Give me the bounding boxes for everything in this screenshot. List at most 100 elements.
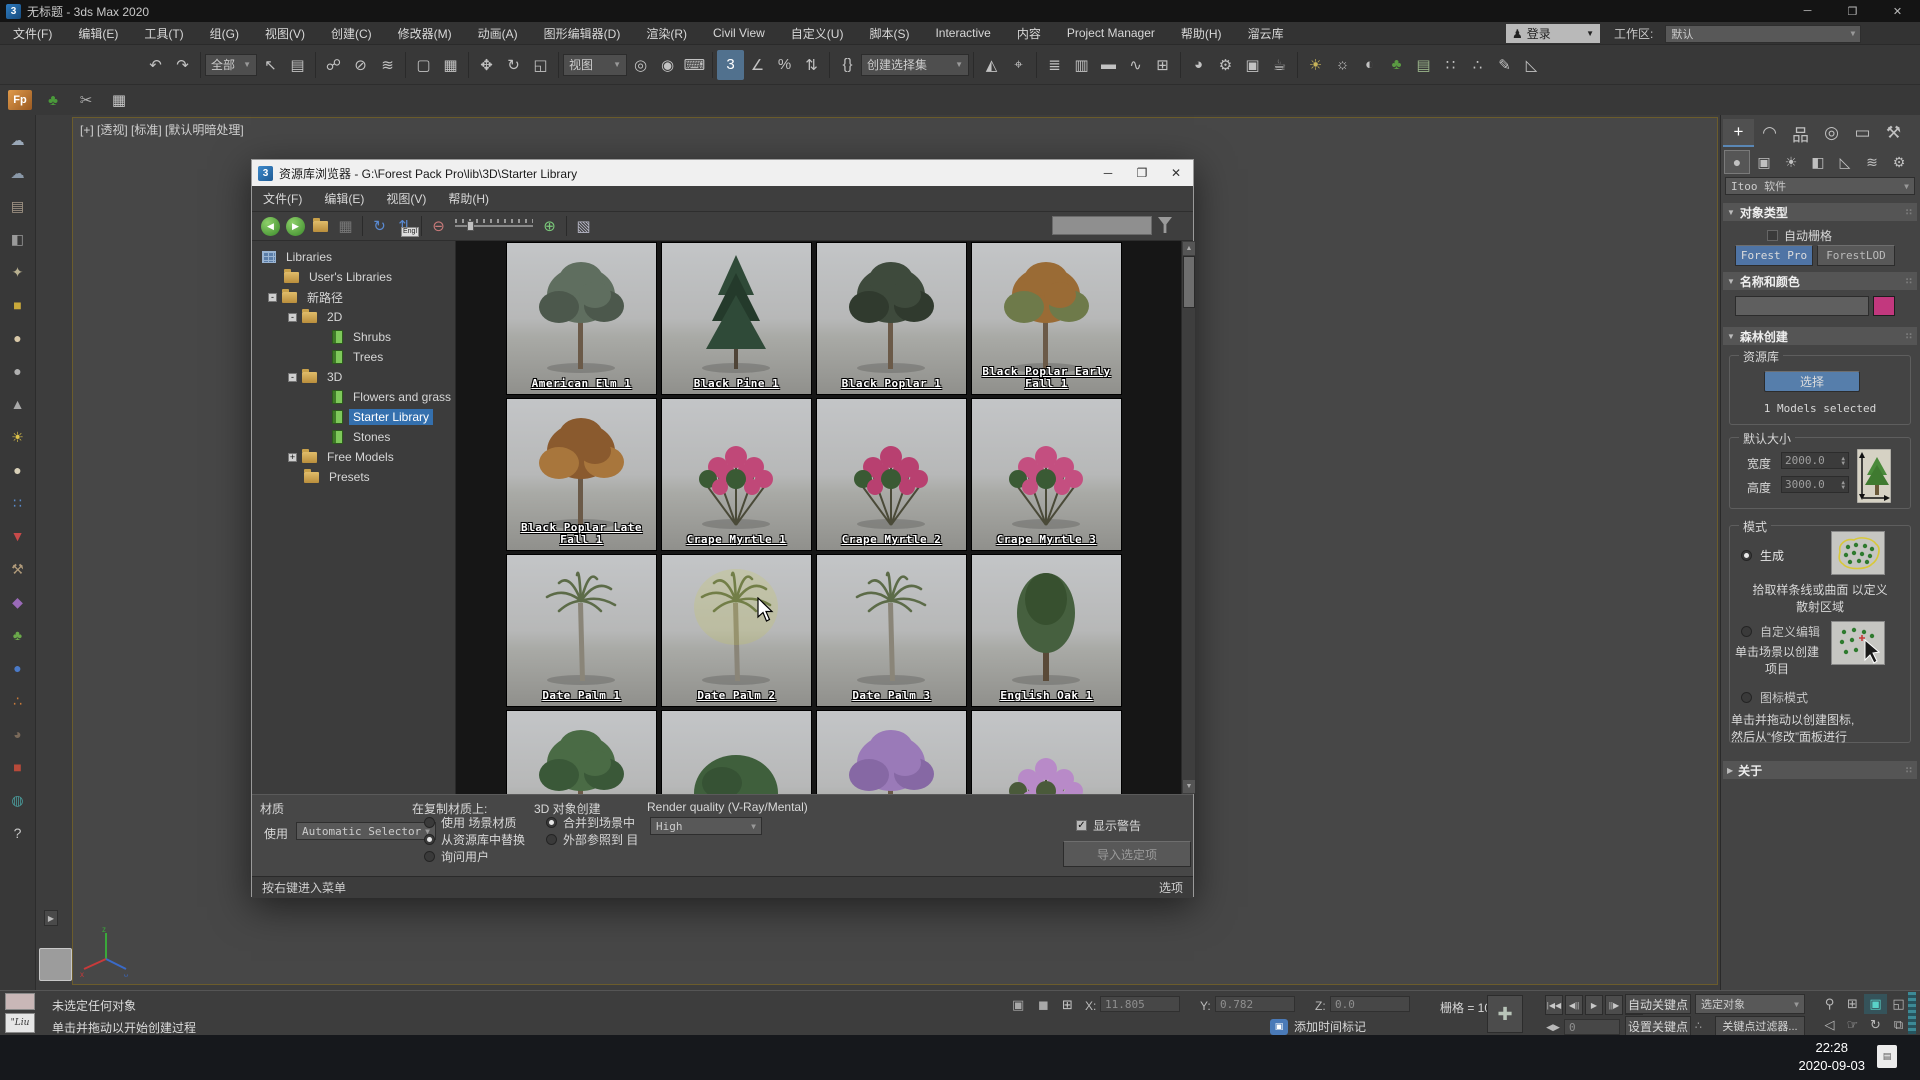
time-tag[interactable]: ▣ 添加时间标记 — [1270, 1018, 1366, 1035]
plugin-floating-button[interactable] — [39, 948, 72, 981]
library-tree-item[interactable]: Shrubs — [252, 327, 455, 347]
menu-item[interactable]: 脚本(S) — [856, 22, 922, 44]
maximize-button[interactable]: ❐ — [1830, 0, 1875, 22]
environment-icon[interactable]: ◐ — [1356, 50, 1383, 80]
menu-item[interactable]: 文件(F) — [0, 22, 65, 44]
forest-tree-icon[interactable]: ♣ — [41, 88, 65, 112]
key-filters-button[interactable]: 关键点过滤器... — [1715, 1016, 1805, 1036]
view-mode-icon[interactable]: ▧ — [571, 214, 596, 238]
curve-editor-icon[interactable]: ∿ — [1122, 50, 1149, 80]
named-selection-set-field[interactable]: 创建选择集▼ — [861, 54, 969, 76]
cloud-upload-icon[interactable]: ☁ — [7, 129, 29, 151]
light-library-icon[interactable]: ✦ — [7, 261, 29, 283]
field-of-view-icon[interactable]: ◁ — [1818, 1015, 1841, 1035]
asset-thumbnail[interactable] — [817, 711, 966, 794]
library-tree-item[interactable]: User's Libraries — [252, 267, 455, 287]
forest-lod-button[interactable]: ForestLOD — [1817, 245, 1895, 266]
dark-sphere-icon[interactable]: ◕ — [7, 723, 29, 745]
render-setup-icon[interactable]: ⚙ — [1212, 50, 1239, 80]
scroll-down-icon[interactable]: ▼ — [1183, 780, 1195, 793]
leaf-icon[interactable]: ♣ — [7, 624, 29, 646]
display-tab[interactable]: ▭ — [1847, 119, 1878, 147]
render-production-icon[interactable]: ☕ — [1266, 50, 1293, 80]
selection-filter-dropdown[interactable]: 全部▼ — [205, 54, 257, 76]
library-tree-item[interactable]: Stones — [252, 427, 455, 447]
sunlight-icon[interactable]: ☼ — [1329, 50, 1356, 80]
measure-tool-icon[interactable]: ◺ — [1518, 50, 1545, 80]
scroll-up-icon[interactable]: ▲ — [1183, 242, 1195, 255]
cameras-category-icon[interactable]: ◧ — [1806, 151, 1830, 173]
unlink-selection-icon[interactable]: ⊘ — [347, 50, 374, 80]
menu-item[interactable]: 组(G) — [197, 22, 252, 44]
asset-thumbnail[interactable]: American Elm 1 — [507, 243, 656, 394]
forest-tree-icon[interactable]: ♣ — [1383, 50, 1410, 80]
select-and-manipulate-icon[interactable]: ◉ — [654, 50, 681, 80]
edit-named-selections-icon[interactable]: {} — [834, 50, 861, 80]
menu-item[interactable]: 内容 — [1004, 22, 1054, 44]
menu-item[interactable]: 图形编辑器(D) — [531, 22, 634, 44]
import-selected-button[interactable]: 导入选定项 — [1063, 841, 1191, 867]
dialog-options-link[interactable]: 选项 — [1159, 879, 1183, 896]
undo-icon[interactable]: ↶ — [142, 50, 169, 80]
helpers-category-icon[interactable]: ◺ — [1833, 151, 1857, 173]
library-tree-item[interactable]: Trees — [252, 347, 455, 367]
create-tab[interactable]: + — [1723, 119, 1754, 147]
asset-thumbnail[interactable]: Black Poplar 1 — [817, 243, 966, 394]
motion-tab[interactable]: ◎ — [1816, 119, 1847, 147]
scene-explorer-icon[interactable]: ▥ — [1068, 50, 1095, 80]
maximize-viewport-icon[interactable]: ⧉ — [1887, 1015, 1910, 1035]
filter-funnel-icon[interactable] — [1158, 217, 1172, 233]
keyboard-override-icon[interactable]: ⌨ — [681, 50, 708, 80]
x-coordinate-field[interactable]: 11.805 — [1100, 996, 1180, 1012]
forest-library-icon[interactable]: ▤ — [1410, 50, 1437, 80]
dialog-title-bar[interactable]: 3 资源库浏览器 - G:\Forest Pack Pro\lib\3D\Sta… — [252, 160, 1193, 186]
zoom-all-icon[interactable]: ⊞ — [1841, 994, 1864, 1014]
sign-in-button[interactable]: ♟ 登录 ▼ — [1506, 24, 1600, 43]
dialog-menu-item[interactable]: 帮助(H) — [437, 190, 500, 207]
material-library-icon[interactable]: ◧ — [7, 228, 29, 250]
asset-thumbnail[interactable]: Crape Myrtle 3 — [972, 399, 1121, 550]
asset-thumbnail[interactable]: Black Pine 1 — [662, 243, 811, 394]
library-tree-item[interactable]: Presets — [252, 467, 455, 487]
custom-edit-mode-radio[interactable]: 自定义编辑 — [1741, 623, 1820, 640]
dialog-menu-item[interactable]: 视图(V) — [375, 190, 437, 207]
transform-type-in-icon[interactable]: ⊞ — [1062, 997, 1073, 1013]
menu-item[interactable]: Civil View — [700, 22, 778, 44]
mirror-icon[interactable]: ◭ — [978, 50, 1005, 80]
go-to-start-button[interactable]: |◀◀ — [1545, 995, 1563, 1015]
tree-expander-icon[interactable]: - — [288, 313, 297, 322]
height-spinner[interactable]: 3000.0▲▼ — [1781, 476, 1849, 493]
workspace-dropdown[interactable]: 默认▼ — [1665, 25, 1861, 43]
icon-mode-radio[interactable]: 图标模式 — [1741, 689, 1808, 706]
schematic-view-icon[interactable]: ⊞ — [1149, 50, 1176, 80]
hierarchy-tab[interactable]: 品 — [1785, 119, 1816, 147]
width-spinner[interactable]: 2000.0▲▼ — [1781, 452, 1849, 469]
toolbar-expand-arrow[interactable]: ▶ — [44, 910, 58, 926]
minimize-button[interactable]: ─ — [1785, 0, 1830, 22]
next-frame-button[interactable]: ||▶ — [1605, 995, 1623, 1015]
library-tree-item[interactable]: +Free Models — [252, 447, 455, 467]
select-and-scale-icon[interactable]: ◱ — [527, 50, 554, 80]
array-tool-icon[interactable]: ∷ — [1437, 50, 1464, 80]
asset-thumbnail[interactable]: Date Palm 2 — [662, 555, 811, 706]
select-and-link-icon[interactable]: ☍ — [320, 50, 347, 80]
gray-sphere-icon[interactable]: ● — [7, 360, 29, 382]
taskbar-clock[interactable]: 22:28 2020-09-03 — [1799, 1039, 1866, 1075]
mini-swatch[interactable] — [5, 993, 35, 1010]
menu-item[interactable]: 编辑(E) — [65, 22, 131, 44]
previous-frame-button[interactable]: ◀|| — [1565, 995, 1583, 1015]
zoom-icon[interactable]: ⚲ — [1818, 994, 1841, 1014]
object-create-radio[interactable]: 合并到场景中 — [546, 814, 635, 831]
library-tree-item[interactable]: -2D — [252, 307, 455, 327]
cone-icon[interactable]: ▲ — [7, 393, 29, 415]
rectangular-region-icon[interactable]: ▢ — [410, 50, 437, 80]
play-button[interactable]: ▶ — [1585, 995, 1603, 1015]
rollout-about[interactable]: ▶关于∷ — [1723, 761, 1917, 779]
spinner-snap-icon[interactable]: ⇅ — [798, 50, 825, 80]
grid-scrollbar[interactable]: ▲ ▼ — [1181, 241, 1195, 794]
library-tree-item[interactable]: -新路径 — [252, 287, 455, 307]
dialog-minimize-button[interactable]: ─ — [1091, 160, 1125, 186]
light-lister-icon[interactable]: ☀ — [1302, 50, 1329, 80]
key-steps-icon[interactable]: ∴ — [1695, 1019, 1702, 1032]
forest-tools-icon[interactable]: ✂ — [74, 88, 98, 112]
